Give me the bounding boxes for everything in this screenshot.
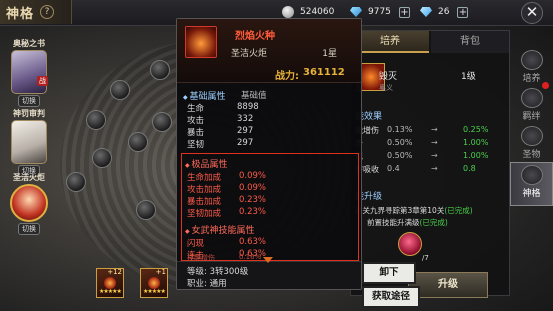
cultivate-icon (520, 50, 543, 70)
premium-stats-title: 极品属性 (185, 157, 228, 170)
socket-orb[interactable] (128, 132, 148, 152)
obtain-source-button[interactable]: 获取途径 (362, 286, 420, 308)
side-tab-godhood[interactable]: 神格 (510, 162, 553, 206)
character-name: 圣洁火炬 (13, 173, 45, 182)
equipped-slot-1[interactable]: +12 ★★★★★ (96, 268, 124, 298)
upgrade-requirement-1: 通关九界寻踪第3章第10关(已完成) (355, 206, 473, 215)
socket-orb[interactable] (86, 110, 106, 130)
character-portrait (10, 184, 48, 222)
material-count: /7 (422, 254, 429, 262)
add-diamond-button[interactable]: + (398, 6, 410, 18)
valkyrie-skill-title: 女武神技能属性 (185, 223, 255, 236)
stat-row: 攻击 332 (187, 114, 254, 126)
blue-diamond-currency: 26 + (420, 5, 469, 19)
base-value-header: 基础值 (241, 91, 267, 101)
relic-icon (520, 126, 543, 146)
skill-level: 1级 (461, 72, 476, 82)
premium-stat-row: 生命加成 0.09% (187, 171, 267, 183)
tooltip-header: 烈焰火种 圣洁火炬 1星 战力: 361112 (177, 19, 361, 83)
slot-stars: ★★★★★ (99, 288, 122, 295)
bond-icon (520, 88, 543, 108)
character-name: 奥秘之书 (13, 39, 45, 48)
level-row: 等级: 3转300级 (187, 267, 249, 277)
socket-orb[interactable] (136, 200, 156, 220)
character-card-1[interactable]: 奥秘之书 切换 战 (8, 38, 50, 107)
unequip-button[interactable]: 卸下 (362, 262, 416, 284)
premium-stat-row: 攻击加成 0.09% (187, 183, 267, 195)
blue-diamond-icon (420, 7, 432, 17)
material-icon[interactable] (398, 232, 422, 256)
upgrade-button[interactable]: 升级 (408, 272, 488, 298)
godhood-icon (520, 165, 543, 185)
silver-coin-icon (282, 6, 294, 18)
socket-orb[interactable] (110, 80, 130, 100)
stat-row: 暴击 297 (187, 126, 254, 138)
flame-seed-icon (185, 26, 217, 58)
premium-stat-row: 坚韧加成 0.23% (187, 207, 267, 219)
blue-diamond-amount: 26 (438, 7, 450, 17)
power-value: 361112 (303, 67, 345, 78)
character-card-2[interactable]: 神罚审判 切换 (8, 108, 50, 177)
stat-row: 生命 8898 (187, 102, 259, 114)
character-portrait (11, 50, 47, 94)
add-blue-diamond-button[interactable]: + (457, 6, 469, 18)
item-owner: 圣洁火炬 (231, 49, 268, 59)
diamond-amount: 9775 (368, 7, 391, 17)
stat-row: 坚韧 297 (187, 138, 254, 150)
socket-orb[interactable] (66, 172, 86, 192)
detail-panel: 培养 背包 毁灭 奥义 1级 能效果 能增伤0.13%→0.25% 击0.50%… (350, 30, 510, 296)
socket-orb[interactable] (152, 112, 172, 132)
tab-cultivate[interactable]: 培养 (351, 31, 429, 53)
switch-button[interactable]: 切换 (18, 95, 40, 107)
power-label: 战力: (275, 71, 299, 82)
diamond-icon (350, 7, 362, 17)
slot-stars: ★★★★★ (143, 288, 166, 295)
character-list: 奥秘之书 切换 战 神罚审判 切换 圣洁火炬 切换 (0, 26, 58, 311)
item-star: 1星 (322, 49, 337, 59)
close-button[interactable]: ✕ (521, 2, 543, 24)
title-tab: 神格 ? (0, 0, 72, 24)
tab-backpack[interactable]: 背包 (431, 31, 509, 53)
tooltip-footer: 技能增伤 0.16% 等级: 3转300级 职业: 通用 (177, 253, 361, 289)
skill-name: 毁灭 (379, 72, 398, 82)
socket-orb[interactable] (150, 60, 170, 80)
upgrade-requirement-2: 前置技能升满级(已完成) (367, 218, 448, 227)
premium-stat-row: 暴击加成 0.23% (187, 195, 267, 207)
page-title: 神格 (6, 6, 35, 22)
socket-orb[interactable] (92, 148, 112, 168)
diamond-currency: 9775 + (350, 5, 410, 19)
skill-stat-row: 闪现 0.63% (187, 237, 267, 249)
battle-badge: 战 (37, 76, 48, 86)
character-name: 神罚审判 (13, 109, 45, 118)
silver-amount: 524060 (300, 7, 335, 17)
character-portrait (11, 120, 47, 164)
silver-currency: 524060 (282, 5, 334, 19)
skill-type: 奥义 (379, 84, 393, 92)
slot-level: +12 (107, 268, 122, 276)
item-tooltip: 烈焰火种 圣洁火炬 1星 战力: 361112 基础属性 基础值 生命8898 … (176, 18, 362, 290)
switch-button[interactable]: 切换 (18, 223, 40, 235)
character-card-3[interactable]: 圣洁火炬 切换 (8, 172, 50, 235)
base-stats-title: 基础属性 (183, 89, 226, 102)
equipped-slot-2[interactable]: +1 ★★★★★ (140, 268, 168, 298)
item-name: 烈焰火种 (235, 31, 275, 42)
job-row: 职业: 通用 (187, 279, 227, 289)
help-icon[interactable]: ? (40, 5, 55, 19)
skill-stat-row-partial: 技能增伤 0.16% (187, 253, 262, 262)
slot-level: +1 (155, 268, 166, 276)
